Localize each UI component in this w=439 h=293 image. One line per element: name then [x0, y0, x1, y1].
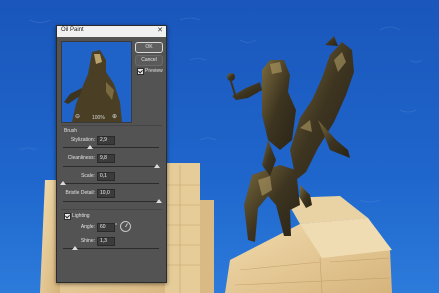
- shine-input[interactable]: 1,3: [97, 237, 115, 246]
- stylization-input[interactable]: 2,9: [97, 136, 115, 145]
- preview-image: [62, 42, 131, 122]
- oil-paint-dialog: Oil Paint ✕ OK Cancel Preview ⊖ 100% ⊕ B…: [56, 25, 167, 283]
- bristle-detail-input[interactable]: 10,0: [97, 189, 115, 198]
- bristle-detail-slider[interactable]: [63, 201, 159, 202]
- cleanliness-label: Cleanliness:: [67, 155, 95, 161]
- bristle-detail-slider-thumb[interactable]: [156, 199, 162, 203]
- scale-input[interactable]: 0,1: [97, 172, 115, 181]
- divider: [61, 125, 162, 126]
- bristle-detail-label: Bristle Detail:: [65, 190, 95, 196]
- close-icon[interactable]: ✕: [157, 26, 163, 36]
- dialog-titlebar[interactable]: Oil Paint ✕: [57, 26, 166, 37]
- dialog-title: Oil Paint: [61, 27, 84, 33]
- divider: [61, 209, 162, 210]
- cleanliness-input[interactable]: 9,8: [97, 154, 115, 163]
- scale-label: Scale:: [81, 173, 95, 179]
- preview-thumbnail[interactable]: [61, 41, 132, 123]
- stylization-slider-thumb[interactable]: [86, 145, 93, 149]
- angle-dial-needle: [125, 223, 128, 228]
- cancel-button[interactable]: Cancel: [135, 55, 163, 66]
- brush-section-label: Brush: [64, 128, 78, 134]
- preview-label: Preview: [145, 68, 163, 74]
- angle-dial[interactable]: [120, 221, 131, 232]
- zoom-value: 100%: [92, 115, 105, 121]
- shine-slider-thumb[interactable]: [72, 246, 79, 250]
- zoom-out-icon[interactable]: ⊖: [75, 113, 80, 120]
- preview-checkbox[interactable]: [137, 68, 144, 75]
- shine-label: Shine:: [80, 238, 95, 244]
- cleanliness-slider[interactable]: [63, 166, 159, 167]
- lighting-checkbox[interactable]: [64, 213, 71, 220]
- scale-slider-thumb[interactable]: [60, 181, 66, 185]
- lighting-label: Lighting: [72, 213, 90, 219]
- stylization-label: Stylization:: [70, 137, 95, 143]
- zoom-in-icon[interactable]: ⊕: [112, 113, 117, 120]
- angle-input[interactable]: 60: [97, 223, 115, 232]
- scale-slider[interactable]: [63, 183, 159, 184]
- stylization-slider[interactable]: [63, 147, 159, 148]
- angle-label: Angle:: [80, 224, 95, 230]
- ok-button[interactable]: OK: [135, 42, 163, 53]
- degree-unit: °: [115, 223, 117, 229]
- cleanliness-slider-thumb[interactable]: [154, 164, 161, 168]
